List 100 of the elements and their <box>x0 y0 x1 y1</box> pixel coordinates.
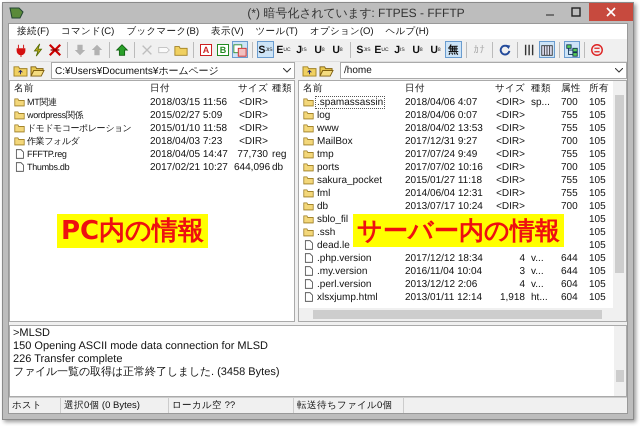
file-name[interactable]: MailBox <box>316 136 354 147</box>
menu-item[interactable]: ヘルプ(H) <box>386 24 429 38</box>
file-name[interactable]: log <box>316 110 332 121</box>
table-cell-text: 2018/04/03 7:23 <box>150 136 224 147</box>
file-name[interactable]: www <box>316 122 340 134</box>
file-name[interactable]: ports <box>316 162 340 173</box>
maximize-icon[interactable] <box>571 7 581 17</box>
toolbar-disconnect-button[interactable] <box>47 41 63 58</box>
file-icon <box>303 279 314 290</box>
column-header[interactable]: サイズ <box>234 82 272 95</box>
close-button[interactable] <box>589 3 633 21</box>
vertical-scrollbar[interactable] <box>613 80 626 308</box>
table-cell-text: <DIR> <box>238 96 269 108</box>
toolbar-stop-button[interactable] <box>589 41 605 58</box>
file-name[interactable]: 作業フォルダ <box>27 134 80 148</box>
column-header[interactable]: 種類 <box>531 82 559 95</box>
file-name[interactable]: Thumbs.db <box>27 162 70 172</box>
menu-item[interactable]: ブックマーク(B) <box>126 24 200 38</box>
path-dropdown[interactable]: /home <box>340 62 627 80</box>
table-cell: 644 <box>561 266 578 277</box>
folder-icon <box>303 188 314 198</box>
column-header[interactable]: 日付 <box>405 82 491 95</box>
table-cell-text: db <box>272 162 284 173</box>
file-name[interactable]: .perl.version <box>316 278 372 290</box>
stop-icon <box>590 42 604 57</box>
table-cell-text: <DIR> <box>238 122 269 134</box>
table-cell: 105 <box>589 266 606 277</box>
file-name[interactable]: dead.le <box>316 240 351 251</box>
folder-up-icon[interactable] <box>302 64 317 78</box>
table-cell: 755 <box>561 110 578 121</box>
file-name[interactable]: .php.version <box>316 252 372 264</box>
table-cell-text: 77,730 <box>236 148 269 160</box>
table-cell: 2017/12/12 18:34 <box>405 252 483 264</box>
file-name[interactable]: db <box>316 200 330 212</box>
menu-item[interactable]: ツール(T) <box>256 24 298 38</box>
table-cell: 2013/12/12 2:06 <box>405 278 478 290</box>
table-cell: <DIR> <box>496 110 525 121</box>
column-header[interactable]: 属性 <box>561 82 587 95</box>
table-cell-text: 2018/03/15 11:56 <box>150 96 228 108</box>
menu-item[interactable]: 表示(V) <box>211 24 244 38</box>
folder-icon <box>14 97 25 108</box>
table-cell: <DIR> <box>496 136 525 147</box>
file-name[interactable]: ドモドモコーポレーション <box>27 122 132 135</box>
table-cell: 4 <box>519 278 525 290</box>
toolbar-button[interactable]: 無 <box>445 41 462 58</box>
column-header[interactable]: 名前 <box>303 82 403 95</box>
table-cell: v... <box>531 252 544 264</box>
toolbar-detail-view-button[interactable] <box>539 41 555 58</box>
folder-up-icon[interactable] <box>13 64 28 78</box>
refresh-icon <box>498 42 512 57</box>
column-header[interactable]: 名前 <box>14 82 150 95</box>
column-header[interactable]: サイズ <box>493 82 529 95</box>
table-cell: 644 <box>561 252 578 264</box>
table-cell: 105 <box>589 148 606 160</box>
file-name[interactable]: sblo_fil <box>316 214 350 225</box>
toolbar-compare-button[interactable] <box>232 41 248 58</box>
table-cell-text: 2015/01/10 11:58 <box>150 122 228 134</box>
folder-icon <box>303 97 314 108</box>
app-icon <box>9 6 25 20</box>
file-name[interactable]: .ssh <box>316 226 336 238</box>
column-header[interactable]: 所有 <box>589 82 613 95</box>
table-cell: ht... <box>531 292 548 303</box>
column-header[interactable]: 日付 <box>150 82 234 95</box>
file-name[interactable]: tmp <box>316 148 335 160</box>
file-name[interactable]: xlsxjump.html <box>316 292 379 303</box>
column-header[interactable]: 種類 <box>272 82 292 95</box>
path-dropdown[interactable]: C:¥Users¥Documents¥ホームページ <box>51 62 295 80</box>
file-name[interactable]: sakura_pocket <box>316 174 384 186</box>
table-cell: 755 <box>561 188 578 199</box>
table-cell: 2014/06/04 12:31 <box>405 188 483 199</box>
table-cell: v... <box>531 278 544 290</box>
menu-item[interactable]: 接続(F) <box>17 24 50 38</box>
menu-item[interactable]: オプション(O) <box>310 24 374 38</box>
table-cell: 105 <box>589 292 606 303</box>
table-cell: 105 <box>589 188 606 199</box>
file-name[interactable]: .my.version <box>316 266 368 277</box>
open-folder-icon[interactable] <box>319 64 334 78</box>
table-cell: 604 <box>561 278 578 290</box>
horizontal-scrollbar[interactable] <box>299 308 626 322</box>
toolbar-tree-button[interactable] <box>564 41 580 58</box>
vertical-scrollbar[interactable] <box>614 326 626 396</box>
folder-icon <box>14 136 25 146</box>
file-name[interactable]: MT関連 <box>27 96 57 109</box>
table-cell: 105 <box>589 162 606 173</box>
folder-icon <box>303 214 314 224</box>
table-cell: 2017/12/31 9:27 <box>405 136 478 147</box>
toolbar-button[interactable]: A <box>198 41 214 58</box>
open-folder-icon[interactable] <box>30 64 45 78</box>
file-name[interactable]: wordpress関係 <box>27 108 84 122</box>
table-cell: sp... <box>531 96 550 108</box>
file-name[interactable]: fml <box>316 188 332 199</box>
table-cell: 105 <box>589 122 606 134</box>
menu-item[interactable]: コマンド(C) <box>61 24 114 38</box>
toolbar-button[interactable]: B <box>215 41 231 58</box>
table-cell: 755 <box>561 122 578 134</box>
file-name[interactable]: FFFTP.reg <box>27 149 67 160</box>
file-icon <box>14 162 25 172</box>
folder-icon <box>303 227 314 238</box>
file-name[interactable]: .spamassassin <box>316 96 384 108</box>
table-cell: 105 <box>589 110 606 121</box>
